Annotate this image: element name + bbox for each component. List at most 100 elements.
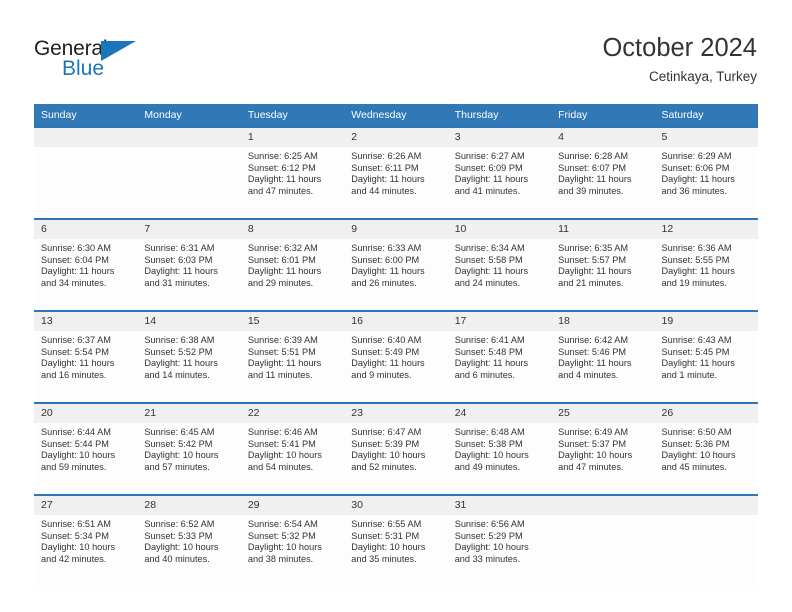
calendar-day-cell[interactable]: 2 Sunrise: 6:26 AM Sunset: 6:11 PM Daylight… xyxy=(344,126,448,219)
day-detail-line: Sunset: 6:00 PM xyxy=(351,254,420,265)
day-detail-line: Sunrise: 6:48 AM xyxy=(454,427,525,437)
calendar-day-cell[interactable]: 5 Sunrise: 6:29 AM Sunset: 6:06 PM Daylight… xyxy=(654,126,758,219)
day-cell-inner: 19 Sunrise: 6:43 AM Sunset: 5:45 PM Dayligh… xyxy=(654,312,758,402)
calendar-day-cell[interactable]: 11 Sunrise: 6:35 AM Sunset: 5:57 PM Dayligh… xyxy=(551,218,655,311)
calendar-day-cell[interactable]: 6 Sunrise: 6:30 AM Sunset: 6:04 PM Daylight… xyxy=(34,218,138,311)
day-detail-line: Sunset: 5:45 PM xyxy=(661,346,730,357)
calendar-header-row: Sunday Monday Tuesday Wednesday Thursday Frid… xyxy=(34,104,758,127)
day-number: 24 xyxy=(447,404,552,423)
day-cell-inner: 16 Sunrise: 6:40 AM Sunset: 5:49 PM Dayligh… xyxy=(344,312,448,402)
day-sun-details: Sunrise: 6:27 AM Sunset: 6:09 PM Daylight:… xyxy=(448,147,551,197)
day-detail-line: Sunrise: 6:25 AM xyxy=(247,151,318,161)
calendar-day-cell[interactable]: 14 Sunrise: 6:38 AM Sunset: 5:52 PM Dayligh… xyxy=(137,310,241,403)
day-sun-details: Sunrise: 6:39 AM Sunset: 5:51 PM Daylight:… xyxy=(241,331,344,381)
day-detail-line: Daylight: 10 hours xyxy=(144,450,219,461)
calendar-day-cell[interactable]: 31 Sunrise: 6:56 AM Sunset: 5:29 PM Dayligh… xyxy=(447,494,552,586)
day-detail-line: Sunset: 5:46 PM xyxy=(558,346,627,357)
day-detail-line: Sunrise: 6:31 AM xyxy=(144,243,215,253)
page-header: General Blue October 2024 Cetinkaya, Tur… xyxy=(0,0,792,100)
day-sun-details: Sunrise: 6:56 AM Sunset: 5:29 PM Daylight:… xyxy=(448,515,551,565)
day-detail-line: Sunset: 5:54 PM xyxy=(41,346,109,357)
calendar-day-cell[interactable]: 18 Sunrise: 6:42 AM Sunset: 5:46 PM Dayligh… xyxy=(551,310,655,403)
calendar-day-cell[interactable]: 20 Sunrise: 6:44 AM Sunset: 5:44 PM Dayligh… xyxy=(34,402,138,495)
day-sun-details: Sunrise: 6:37 AM Sunset: 5:54 PM Daylight:… xyxy=(34,331,137,381)
day-sun-details: Sunrise: 6:42 AM Sunset: 5:46 PM Daylight:… xyxy=(551,331,654,381)
calendar-day-cell[interactable]: 10 Sunrise: 6:34 AM Sunset: 5:58 PM Dayligh… xyxy=(447,218,552,311)
calendar-day-cell[interactable]: 30 Sunrise: 6:55 AM Sunset: 5:31 PM Dayligh… xyxy=(344,494,448,586)
calendar-day-cell[interactable]: 3 Sunrise: 6:27 AM Sunset: 6:09 PM Daylight… xyxy=(447,126,552,219)
day-number: 4 xyxy=(551,128,655,147)
calendar-day-cell[interactable]: 1 Sunrise: 6:25 AM Sunset: 6:12 PM Daylight… xyxy=(240,126,345,219)
calendar-day-cell[interactable]: 24 Sunrise: 6:48 AM Sunset: 5:38 PM Dayligh… xyxy=(447,402,552,495)
day-sun-details: Sunrise: 6:30 AM Sunset: 6:04 PM Daylight:… xyxy=(34,239,137,289)
day-sun-details: Sunrise: 6:28 AM Sunset: 6:07 PM Daylight:… xyxy=(551,147,654,197)
day-detail-line: and 59 minutes. xyxy=(41,461,107,472)
general-blue-logo[interactable]: General Blue xyxy=(34,38,164,86)
calendar-day-cell[interactable]: 15 Sunrise: 6:39 AM Sunset: 5:51 PM Dayligh… xyxy=(240,310,345,403)
day-detail-line: Daylight: 11 hours xyxy=(661,174,735,185)
day-number: 28 xyxy=(137,496,241,515)
day-number: 15 xyxy=(240,312,345,331)
calendar-day-cell-empty xyxy=(654,494,758,586)
weekday-header-friday: Friday xyxy=(551,104,655,127)
calendar-day-cell[interactable]: 4 Sunrise: 6:28 AM Sunset: 6:07 PM Daylight… xyxy=(551,126,655,219)
day-sun-details: Sunrise: 6:25 AM Sunset: 6:12 PM Daylight:… xyxy=(241,147,344,197)
page-title: October 2024 xyxy=(602,34,757,62)
calendar-day-cell[interactable]: 17 Sunrise: 6:41 AM Sunset: 5:48 PM Dayligh… xyxy=(447,310,552,403)
calendar-day-cell[interactable]: 8 Sunrise: 6:32 AM Sunset: 6:01 PM Daylight… xyxy=(240,218,345,311)
day-detail-line: and 45 minutes. xyxy=(661,461,727,472)
day-detail-line: and 36 minutes. xyxy=(661,185,727,196)
day-detail-line: Sunset: 5:49 PM xyxy=(351,346,420,357)
calendar-day-cell[interactable]: 16 Sunrise: 6:40 AM Sunset: 5:49 PM Dayligh… xyxy=(344,310,448,403)
day-detail-line: Sunrise: 6:42 AM xyxy=(558,335,629,345)
day-detail-line: Sunset: 5:42 PM xyxy=(144,438,213,449)
day-detail-line: Sunrise: 6:28 AM xyxy=(558,151,629,161)
calendar-day-cell[interactable]: 21 Sunrise: 6:45 AM Sunset: 5:42 PM Dayligh… xyxy=(137,402,241,495)
day-sun-details: Sunrise: 6:41 AM Sunset: 5:48 PM Daylight:… xyxy=(448,331,551,381)
day-detail-line: and 1 minute. xyxy=(661,369,718,380)
day-detail-line: Sunrise: 6:52 AM xyxy=(144,519,215,529)
day-detail-line: and 38 minutes. xyxy=(247,553,314,564)
day-detail-line: Sunset: 6:12 PM xyxy=(247,162,316,173)
calendar-day-cell[interactable]: 29 Sunrise: 6:54 AM Sunset: 5:32 PM Dayligh… xyxy=(240,494,345,586)
day-number: 3 xyxy=(447,128,552,147)
calendar-day-cell[interactable]: 23 Sunrise: 6:47 AM Sunset: 5:39 PM Dayligh… xyxy=(344,402,448,495)
calendar-day-cell[interactable]: 28 Sunrise: 6:52 AM Sunset: 5:33 PM Dayligh… xyxy=(137,494,241,586)
calendar-day-cell[interactable]: 7 Sunrise: 6:31 AM Sunset: 6:03 PM Daylight… xyxy=(137,218,241,311)
day-number: 22 xyxy=(240,404,345,423)
day-detail-line: Sunset: 5:38 PM xyxy=(454,438,523,449)
calendar-day-cell[interactable]: 26 Sunrise: 6:50 AM Sunset: 5:36 PM Dayligh… xyxy=(654,402,758,495)
day-detail-line: Daylight: 10 hours xyxy=(454,542,529,553)
day-detail-line: Sunrise: 6:49 AM xyxy=(558,427,629,437)
day-sun-details: Sunrise: 6:51 AM Sunset: 5:34 PM Daylight:… xyxy=(34,515,137,565)
calendar-day-cell[interactable]: 25 Sunrise: 6:49 AM Sunset: 5:37 PM Dayligh… xyxy=(551,402,655,495)
calendar-day-cell[interactable]: 12 Sunrise: 6:36 AM Sunset: 5:55 PM Dayligh… xyxy=(654,218,758,311)
day-detail-line: Daylight: 11 hours xyxy=(454,358,529,369)
day-detail-line: Sunrise: 6:38 AM xyxy=(144,335,215,345)
day-detail-line: Sunset: 6:07 PM xyxy=(558,162,627,173)
day-number: 7 xyxy=(137,220,241,239)
day-cell-inner: 6 Sunrise: 6:30 AM Sunset: 6:04 PM Daylight… xyxy=(34,220,138,310)
day-sun-details: Sunrise: 6:34 AM Sunset: 5:58 PM Daylight:… xyxy=(448,239,551,289)
day-detail-line: and 33 minutes. xyxy=(454,553,521,564)
day-cell-inner: 8 Sunrise: 6:32 AM Sunset: 6:01 PM Daylight… xyxy=(240,220,345,310)
day-detail-line: Sunset: 6:09 PM xyxy=(454,162,523,173)
day-detail-line: Sunset: 5:58 PM xyxy=(454,254,523,265)
day-number: 8 xyxy=(240,220,345,239)
day-number: 9 xyxy=(344,220,448,239)
weekday-header-sunday: Sunday xyxy=(34,104,138,127)
calendar-day-cell[interactable]: 13 Sunrise: 6:37 AM Sunset: 5:54 PM Dayligh… xyxy=(34,310,138,403)
weekday-header-thursday: Thursday xyxy=(447,104,552,127)
day-detail-line: and 34 minutes. xyxy=(41,277,107,288)
day-detail-line: Sunset: 6:06 PM xyxy=(661,162,730,173)
day-detail-line: and 6 minutes. xyxy=(454,369,515,380)
day-number: 13 xyxy=(34,312,138,331)
day-detail-line: Daylight: 11 hours xyxy=(454,174,529,185)
calendar-day-cell[interactable]: 27 Sunrise: 6:51 AM Sunset: 5:34 PM Dayligh… xyxy=(34,494,138,586)
day-cell-inner: 25 Sunrise: 6:49 AM Sunset: 5:37 PM Dayligh… xyxy=(551,404,655,494)
calendar-day-cell[interactable]: 22 Sunrise: 6:46 AM Sunset: 5:41 PM Dayligh… xyxy=(240,402,345,495)
day-sun-details: Sunrise: 6:43 AM Sunset: 5:45 PM Daylight:… xyxy=(655,331,758,381)
calendar-day-cell[interactable]: 9 Sunrise: 6:33 AM Sunset: 6:00 PM Daylight… xyxy=(344,218,448,311)
calendar-day-cell[interactable]: 19 Sunrise: 6:43 AM Sunset: 5:45 PM Dayligh… xyxy=(654,310,758,403)
day-detail-line: Sunset: 5:48 PM xyxy=(454,346,523,357)
